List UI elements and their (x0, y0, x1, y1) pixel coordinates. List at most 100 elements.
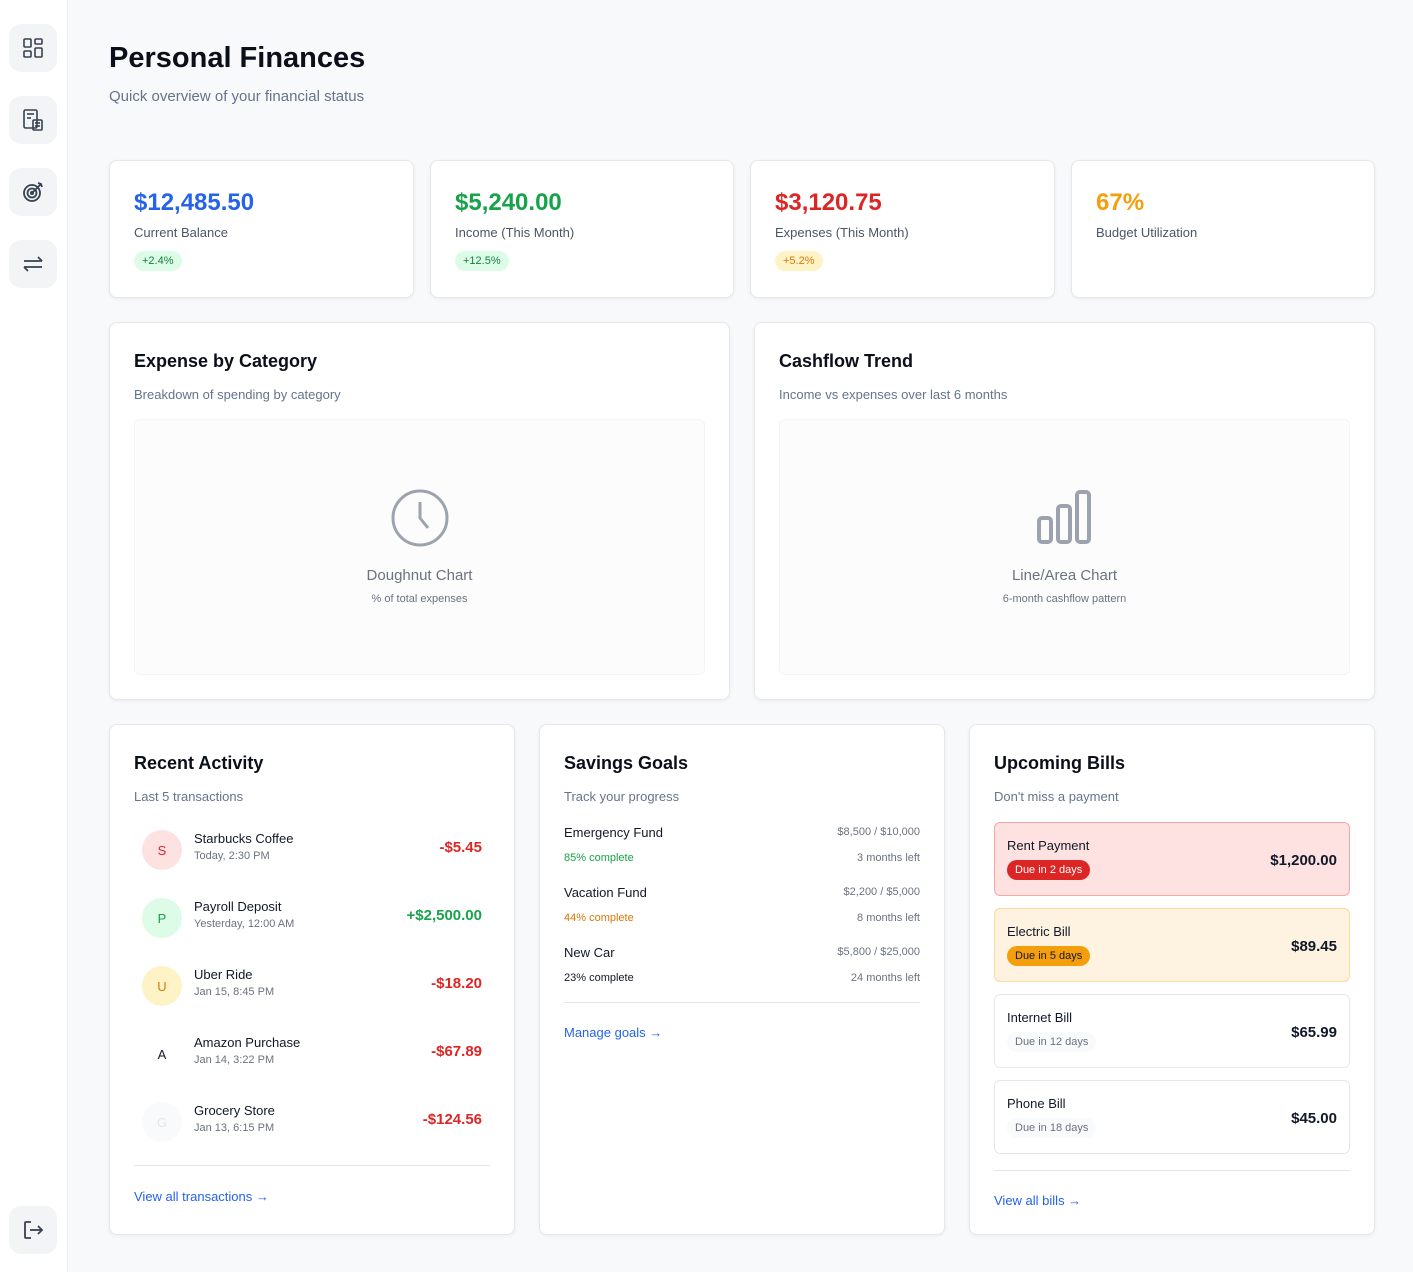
bill-name: Internet Bill (1007, 1010, 1073, 1025)
card-subtitle: Don't miss a payment (994, 789, 1119, 804)
stat-value: $3,120.75 (775, 189, 882, 216)
card-title: Upcoming Bills (994, 753, 1126, 773)
transaction-name: Amazon Purchase (194, 1035, 301, 1050)
transaction-name: Grocery Store (194, 1103, 275, 1118)
transaction-time: Jan 13, 6:15 PM (194, 1122, 275, 1134)
card-subtitle: Breakdown of spending by category (134, 387, 341, 402)
card-title: Cashflow Trend (779, 351, 914, 371)
goal-percent: 85% complete (564, 852, 634, 864)
avatar: U (142, 966, 182, 1006)
transaction-amount: -$18.20 (431, 975, 482, 992)
transaction-name: Uber Ride (194, 967, 253, 982)
stat-label: Income (This Month) (455, 225, 575, 240)
logout-icon (24, 1221, 44, 1239)
page-subtitle: Quick overview of your financial status (109, 88, 365, 105)
stat-label: Budget Utilization (1096, 225, 1198, 240)
goal-name: New Car (564, 945, 615, 960)
sidebar (0, 0, 68, 1272)
bill-due-badge: Due in 2 days (1007, 860, 1091, 880)
card-subtitle: Track your progress (564, 789, 680, 804)
goal-amount: $8,500 / $10,000 (837, 826, 920, 838)
stat-card-budget: 67% Budget Utilization (1071, 160, 1375, 298)
divider (994, 1170, 1350, 1171)
card-title: Savings Goals (564, 753, 689, 773)
bill-amount: $89.45 (1291, 938, 1337, 955)
divider (134, 1165, 490, 1166)
logout-button[interactable] (9, 1206, 57, 1254)
recent-activity-card: Recent Activity Last 5 transactions S St… (109, 724, 515, 1235)
chart-placeholder-name: Line/Area Chart (1011, 567, 1118, 584)
nav-goals-button[interactable] (9, 168, 57, 216)
dashboard-icon (23, 38, 43, 58)
stat-value: 67% (1096, 189, 1145, 216)
transfer-icon (23, 256, 43, 272)
card-title: Expense by Category (134, 351, 318, 371)
bill-item[interactable]: Phone Bill Due in 18 days $45.00 (994, 1080, 1350, 1154)
manage-goals-link[interactable]: Manage goals → (564, 1025, 662, 1040)
chart-placeholder-name: Doughnut Chart (366, 567, 473, 584)
goal-percent: 23% complete (564, 972, 634, 984)
transaction-name: Starbucks Coffee (194, 831, 294, 846)
doughnut-chart-placeholder: Doughnut Chart % of total expenses (134, 419, 705, 675)
goal-name: Vacation Fund (564, 885, 647, 900)
stat-card-income: $5,240.00 Income (This Month) +12.5% (430, 160, 734, 298)
goal-amount: $2,200 / $5,000 (843, 886, 920, 898)
avatar: S (142, 830, 182, 870)
stat-badge: +12.5% (455, 251, 509, 271)
stat-card-balance: $12,485.50 Current Balance +2.4% (109, 160, 414, 298)
bar-chart-icon (1036, 490, 1091, 544)
stat-label: Current Balance (134, 225, 228, 240)
transaction-time: Today, 2:30 PM (194, 850, 270, 862)
bill-name: Phone Bill (1007, 1096, 1066, 1111)
cashflow-trend-card: Cashflow Trend Income vs expenses over l… (754, 322, 1375, 700)
goal-remaining: 8 months left (857, 912, 920, 924)
upcoming-bills-card: Upcoming Bills Don't miss a payment Rent… (969, 724, 1375, 1235)
goal-amount: $5,800 / $25,000 (837, 946, 920, 958)
chart-placeholder-desc: 6-month cashflow pattern (1002, 593, 1127, 605)
calculator-icon (23, 109, 43, 131)
nav-transactions-button[interactable] (9, 240, 57, 288)
savings-goals-card: Savings Goals Track your progress Emerge… (539, 724, 945, 1235)
stat-value: $12,485.50 (134, 189, 255, 216)
view-all-transactions-link[interactable]: View all transactions → (134, 1189, 269, 1204)
bill-due-badge: Due in 18 days (1007, 1118, 1097, 1138)
goal-name: Emergency Fund (564, 825, 663, 840)
transaction-row[interactable]: G Grocery Store Jan 13, 6:15 PM -$124.56 (134, 1097, 490, 1147)
goal-remaining: 24 months left (850, 972, 920, 984)
chart-placeholder-desc: % of total expenses (371, 593, 468, 605)
transaction-amount: -$67.89 (431, 1043, 482, 1060)
bill-amount: $65.99 (1291, 1024, 1337, 1041)
card-title: Recent Activity (134, 753, 264, 773)
stat-value: $5,240.00 (455, 189, 562, 216)
transaction-row[interactable]: U Uber Ride Jan 15, 8:45 PM -$18.20 (134, 961, 490, 1011)
bill-item[interactable]: Rent Payment Due in 2 days $1,200.00 (994, 822, 1350, 896)
transaction-name: Payroll Deposit (194, 899, 282, 914)
transaction-row[interactable]: S Starbucks Coffee Today, 2:30 PM -$5.45 (134, 825, 490, 875)
bill-amount: $45.00 (1291, 1110, 1337, 1127)
avatar: P (142, 898, 182, 938)
bill-due-badge: Due in 5 days (1007, 946, 1091, 966)
line-chart-placeholder: Line/Area Chart 6-month cashflow pattern (779, 419, 1350, 675)
transaction-time: Jan 14, 3:22 PM (194, 1054, 275, 1066)
card-subtitle: Last 5 transactions (134, 789, 244, 804)
page-title: Personal Finances (109, 42, 366, 74)
avatar: A (142, 1034, 182, 1074)
nav-budget-button[interactable] (9, 96, 57, 144)
expense-category-card: Expense by Category Breakdown of spendin… (109, 322, 730, 700)
stat-badge: +5.2% (775, 251, 823, 271)
divider (564, 1002, 920, 1003)
transaction-row[interactable]: A Amazon Purchase Jan 14, 3:22 PM -$67.8… (134, 1029, 490, 1079)
clock-icon (391, 489, 448, 547)
bill-name: Electric Bill (1007, 924, 1071, 939)
nav-dashboard-button[interactable] (9, 24, 57, 72)
bill-amount: $1,200.00 (1270, 852, 1337, 869)
transaction-amount: -$5.45 (439, 839, 482, 856)
bill-due-badge: Due in 12 days (1007, 1032, 1097, 1052)
transaction-amount: +$2,500.00 (406, 907, 483, 924)
view-all-bills-link[interactable]: View all bills → (994, 1193, 1081, 1208)
bill-item[interactable]: Electric Bill Due in 5 days $89.45 (994, 908, 1350, 982)
transaction-row[interactable]: P Payroll Deposit Yesterday, 12:00 AM +$… (134, 893, 490, 943)
transaction-time: Yesterday, 12:00 AM (194, 918, 295, 930)
bill-item[interactable]: Internet Bill Due in 12 days $65.99 (994, 994, 1350, 1068)
stat-label: Expenses (This Month) (775, 225, 909, 240)
